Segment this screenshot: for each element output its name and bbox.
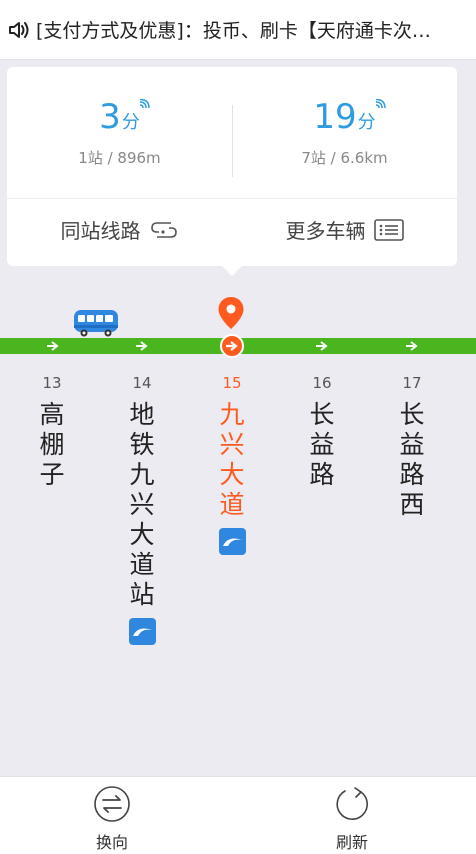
stop-name: 长 益 路 西: [399, 400, 425, 519]
stop-item[interactable]: 16 长 益 路: [287, 374, 357, 490]
more-vehicles-button[interactable]: 更多车辆: [232, 215, 457, 244]
eta-next-unit: 分: [121, 112, 140, 133]
more-vehicles-label: 更多车辆: [285, 219, 366, 243]
stop-number: 13: [42, 374, 62, 392]
refresh-label: 刷新: [335, 833, 368, 852]
same-station-lines-button[interactable]: 同站线路: [7, 215, 232, 244]
realtime-signal-icon: [375, 99, 386, 109]
direction-arrow-icon: [136, 341, 148, 351]
arrival-card: 3分 1站 / 896m 19分 7站 / 6.6km 同站线路 更多车辆: [7, 67, 457, 276]
eta-following-unit: 分: [357, 112, 376, 133]
direction-arrow-icon: [316, 341, 328, 351]
bus-icon[interactable]: [72, 308, 120, 338]
reverse-direction-button[interactable]: 换向: [72, 785, 152, 853]
eta-next-minutes: 3: [99, 97, 121, 137]
refresh-icon: [336, 787, 368, 820]
notice-bar[interactable]: [支付方式及优惠]：投币、刷卡【天府通卡次…: [0, 0, 476, 60]
swap-direction-icon: [94, 786, 130, 822]
card-pointer: [222, 266, 242, 276]
notice-text: [支付方式及优惠]：投币、刷卡【天府通卡次…: [36, 20, 431, 42]
metro-icon: [218, 528, 246, 555]
stop-name: 地 铁 九 兴 大 道 站: [129, 400, 155, 609]
refresh-button[interactable]: 刷新: [312, 785, 392, 853]
reverse-direction-label: 换向: [95, 833, 128, 852]
stop-number: 17: [402, 374, 422, 392]
direction-arrow-icon: [406, 341, 418, 351]
stop-name: 长 益 路: [309, 400, 335, 489]
eta-following-time: 19分: [313, 97, 386, 143]
direction-arrow-icon: [226, 341, 238, 351]
stop-item-current[interactable]: 15 九 兴 大 道: [197, 374, 267, 555]
realtime-signal-icon: [139, 99, 150, 109]
bottom-toolbar: 换向 刷新: [0, 776, 476, 854]
stop-item[interactable]: 17 长 益 路 西: [377, 374, 447, 520]
stop-number: 16: [312, 374, 332, 392]
eta-following-minutes: 19: [313, 97, 357, 137]
stop-number: 14: [132, 374, 152, 392]
current-stop-marker: [220, 334, 244, 358]
stop-number: 15: [222, 374, 242, 392]
route-switch-icon: [150, 221, 177, 238]
direction-arrow-icon: [47, 341, 59, 351]
eta-next-time: 3分: [99, 97, 150, 143]
eta-next: 3分 1站 / 896m: [7, 97, 232, 168]
eta-following: 19分 7站 / 6.6km: [232, 97, 457, 168]
card-divider: [7, 198, 457, 199]
stop-name: 高 棚 子: [39, 400, 65, 489]
list-icon: [373, 218, 404, 241]
stop-item[interactable]: 14 地 铁 九 兴 大 道 站: [107, 374, 177, 645]
metro-icon: [128, 618, 156, 645]
eta-next-detail: 1站 / 896m: [78, 149, 161, 167]
location-pin-icon: [218, 297, 244, 329]
eta-following-detail: 7站 / 6.6km: [301, 149, 388, 167]
same-station-lines-label: 同站线路: [60, 219, 141, 243]
stop-item[interactable]: 13 高 棚 子: [17, 374, 87, 490]
stop-name: 九 兴 大 道: [219, 400, 245, 519]
speaker-icon: [9, 21, 29, 38]
